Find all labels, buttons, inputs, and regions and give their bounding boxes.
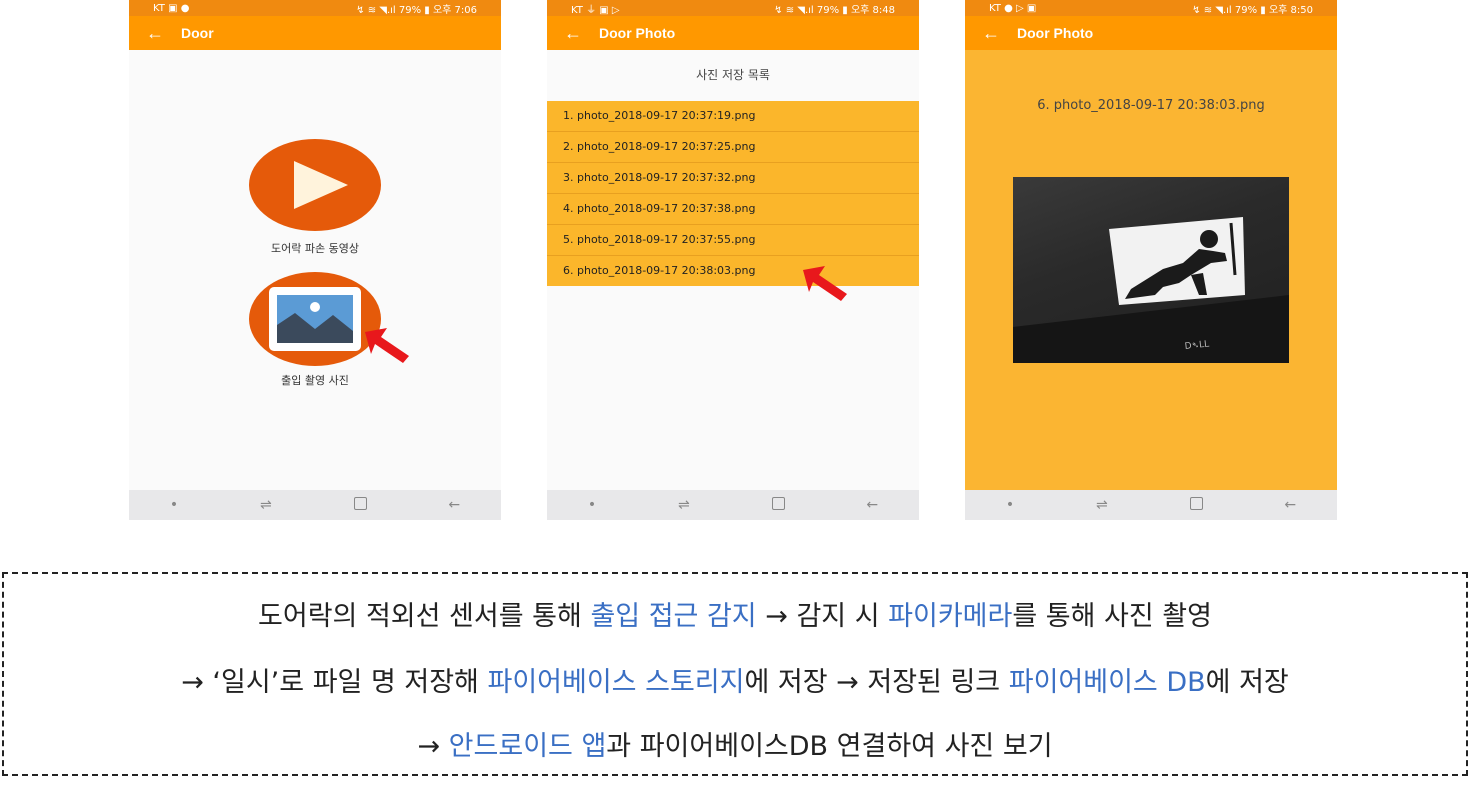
highlight-text: 파이카메라 — [888, 601, 1013, 632]
photo-view-area: 6. photo_2018-09-17 20:38:03.png D➴LL — [965, 50, 1337, 490]
text: 를 통해 사진 촬영 — [1012, 601, 1212, 632]
play-icon — [294, 161, 348, 209]
photo-filename: 6. photo_2018-09-17 20:38:03.png — [1037, 98, 1265, 113]
red-pointer-arrow-icon — [365, 328, 409, 363]
highlight-text: 출입 접근 감지 — [590, 601, 757, 632]
captured-photo: D➴LL — [1013, 177, 1289, 363]
nav-dot-icon[interactable]: • — [1006, 497, 1014, 513]
description-line-3: → 안드로이드 앱과 파이어베이스DB 연결하여 사진 보기 — [4, 724, 1466, 763]
android-nav-bar: • ⇌ ← — [965, 490, 1337, 520]
description-box: 도어락의 적외선 센서를 통해 출입 접근 감지 → 감지 시 파이카메라를 통… — [2, 572, 1468, 776]
list-item[interactable]: 1. photo_2018-09-17 20:37:19.png — [547, 101, 919, 132]
phone-screen-photo-view: KT ● ▷ ▣ ↯ ≋ ◥.ıl 79% ▮ 오후 8:50 ← Door P… — [965, 0, 1337, 520]
status-right: ↯ ≋ ◥.ıl 79% ▮ 오후 8:48 — [774, 4, 895, 16]
status-left: KT ● ▷ ▣ — [989, 2, 1037, 14]
play-video-button[interactable] — [249, 139, 381, 231]
text: 도어락의 적외선 센서를 통해 — [258, 601, 591, 632]
text: 에 저장 → 저장된 링크 — [744, 667, 1009, 698]
description-line-2: → ‘일시’로 파일 명 저장해 파이어베이스 스토리지에 저장 → 저장된 링… — [4, 660, 1466, 699]
description-line-1: 도어락의 적외선 센서를 통해 출입 접근 감지 → 감지 시 파이카메라를 통… — [4, 594, 1466, 633]
status-bar: KT ▣ ● ↯ ≋ ◥.ıl 79% ▮ 오후 7:06 — [129, 0, 501, 16]
back-arrow-icon[interactable]: ← — [129, 23, 181, 44]
list-item[interactable]: 2. photo_2018-09-17 20:37:25.png — [547, 132, 919, 163]
nav-recents-icon[interactable]: ⇌ — [260, 497, 272, 513]
app-title: Door Photo — [599, 25, 676, 41]
app-title: Door Photo — [1017, 25, 1094, 41]
android-nav-bar: • ⇌ ← — [129, 490, 501, 520]
app-bar: ← Door Photo — [965, 16, 1337, 50]
nav-dot-icon[interactable]: • — [170, 497, 178, 513]
text: 에 저장 — [1205, 667, 1289, 698]
nav-home-icon[interactable] — [353, 496, 367, 514]
app-title: Door — [181, 25, 214, 41]
list-item[interactable]: 3. photo_2018-09-17 20:37:32.png — [547, 163, 919, 194]
status-right: ↯ ≋ ◥.ıl 79% ▮ 오후 8:50 — [1192, 4, 1313, 16]
highlight-text: 안드로이드 앱 — [448, 731, 607, 762]
text: → ‘일시’로 파일 명 저장해 — [181, 667, 488, 698]
nav-recents-icon[interactable]: ⇌ — [678, 497, 690, 513]
list-item[interactable]: 5. photo_2018-09-17 20:37:55.png — [547, 225, 919, 256]
text: → 감지 시 — [756, 601, 889, 632]
status-left: KT ⏚ ▣ ▷ — [571, 4, 620, 16]
nav-back-icon[interactable]: ← — [866, 497, 878, 513]
nav-back-icon[interactable]: ← — [448, 497, 460, 513]
photo-label: 출입 촬영 사진 — [281, 374, 349, 387]
list-item[interactable]: 6. photo_2018-09-17 20:38:03.png — [547, 256, 919, 286]
list-item[interactable]: 4. photo_2018-09-17 20:37:38.png — [547, 194, 919, 225]
status-bar: KT ● ▷ ▣ ↯ ≋ ◥.ıl 79% ▮ 오후 8:50 — [965, 0, 1337, 16]
status-bar: KT ⏚ ▣ ▷ ↯ ≋ ◥.ıl 79% ▮ 오후 8:48 — [547, 0, 919, 16]
back-arrow-icon[interactable]: ← — [547, 23, 599, 44]
status-right: ↯ ≋ ◥.ıl 79% ▮ 오후 7:06 — [356, 4, 477, 16]
list-title: 사진 저장 목록 — [696, 68, 770, 82]
back-arrow-icon[interactable]: ← — [965, 23, 1017, 44]
nav-back-icon[interactable]: ← — [1284, 497, 1296, 513]
app-bar: ← Door — [129, 16, 501, 50]
android-nav-bar: • ⇌ ← — [547, 490, 919, 520]
phone-screen-photo-list: KT ⏚ ▣ ▷ ↯ ≋ ◥.ıl 79% ▮ 오후 8:48 ← Door P… — [547, 0, 919, 520]
entry-photo-button[interactable] — [249, 272, 381, 366]
highlight-text: 파이어베이스 스토리지 — [487, 667, 745, 698]
nav-recents-icon[interactable]: ⇌ — [1096, 497, 1108, 513]
nav-home-icon[interactable] — [771, 496, 785, 514]
app-bar: ← Door Photo — [547, 16, 919, 50]
highlight-text: 파이어베이스 DB — [1008, 667, 1206, 698]
text: → — [417, 731, 449, 762]
photo-file-list: 1. photo_2018-09-17 20:37:19.png 2. phot… — [547, 101, 919, 286]
red-pointer-arrow-icon — [803, 266, 847, 301]
video-label: 도어락 파손 동영상 — [271, 242, 359, 255]
text: 과 파이어베이스DB 연결하여 사진 보기 — [606, 731, 1053, 762]
nav-dot-icon[interactable]: • — [588, 497, 596, 513]
phone-screen-door: KT ▣ ● ↯ ≋ ◥.ıl 79% ▮ 오후 7:06 ← Door 도어락… — [129, 0, 501, 520]
status-left: KT ▣ ● — [153, 2, 190, 14]
image-icon — [269, 287, 361, 351]
nav-home-icon[interactable] — [1189, 496, 1203, 514]
